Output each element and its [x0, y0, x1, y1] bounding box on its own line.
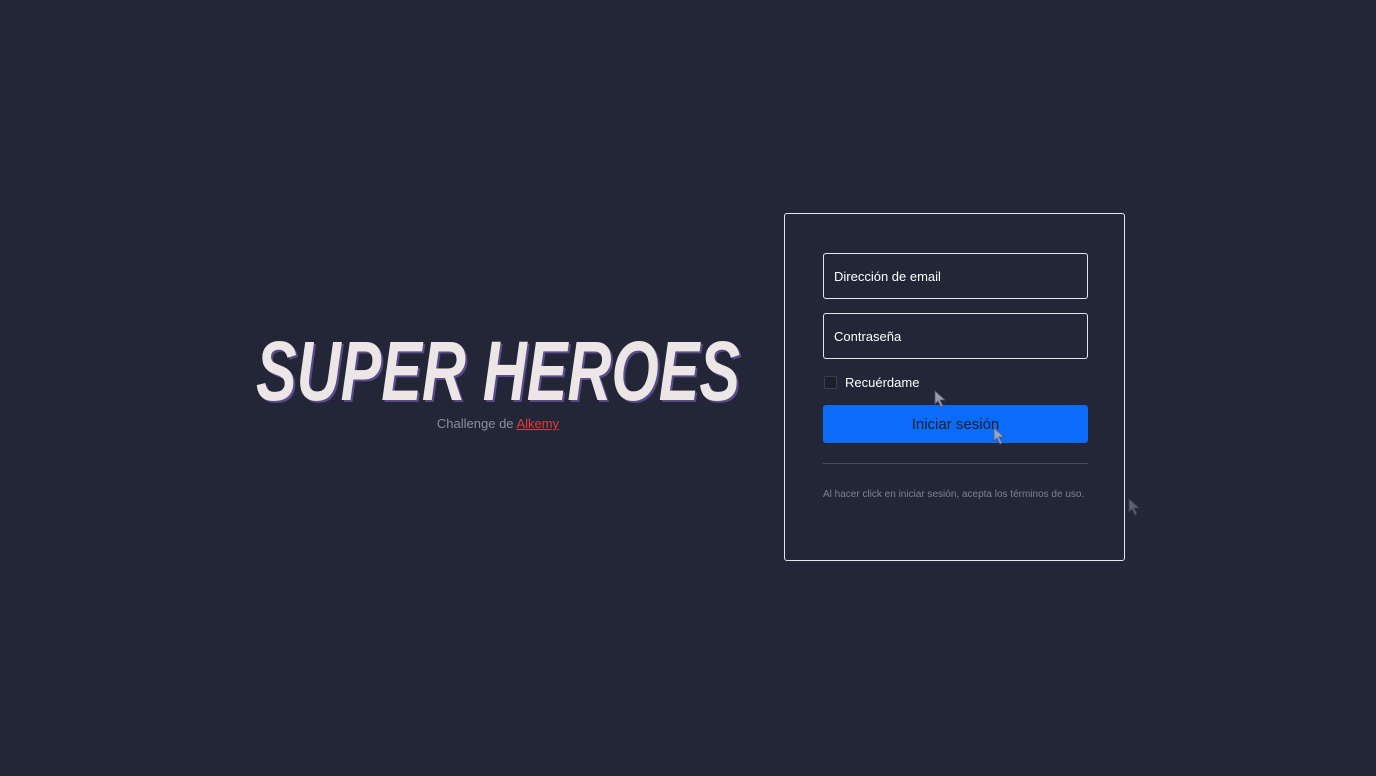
cursor-arrow-icon [1128, 498, 1141, 516]
subtitle-prefix: Challenge de [436, 416, 517, 431]
subtitle: Challenge de Alkemy [248, 416, 748, 431]
login-page: SUPER HEROES SUPER HEROES Challenge de A… [0, 0, 1376, 776]
brand-block: SUPER HEROES SUPER HEROES Challenge de A… [248, 328, 748, 431]
email-field[interactable] [823, 253, 1088, 299]
cursor-arrow-icon [934, 390, 947, 408]
password-field[interactable] [823, 313, 1088, 359]
terms-text: Al hacer click en iniciar sesión, acepta… [823, 489, 1085, 500]
remember-me[interactable]: Recuérdame [824, 375, 919, 390]
super-heroes-logo: SUPER HEROES SUPER HEROES [256, 328, 742, 414]
login-card: Recuérdame Iniciar sesión Al hacer click… [784, 213, 1125, 561]
cursor-arrow-icon [993, 427, 1006, 445]
remember-checkbox[interactable] [824, 376, 837, 389]
logo-title: SUPER HEROES [256, 328, 740, 414]
divider [823, 463, 1088, 464]
alkemy-link[interactable]: Alkemy [516, 416, 559, 431]
login-button[interactable]: Iniciar sesión [823, 405, 1088, 443]
remember-label: Recuérdame [845, 375, 920, 390]
